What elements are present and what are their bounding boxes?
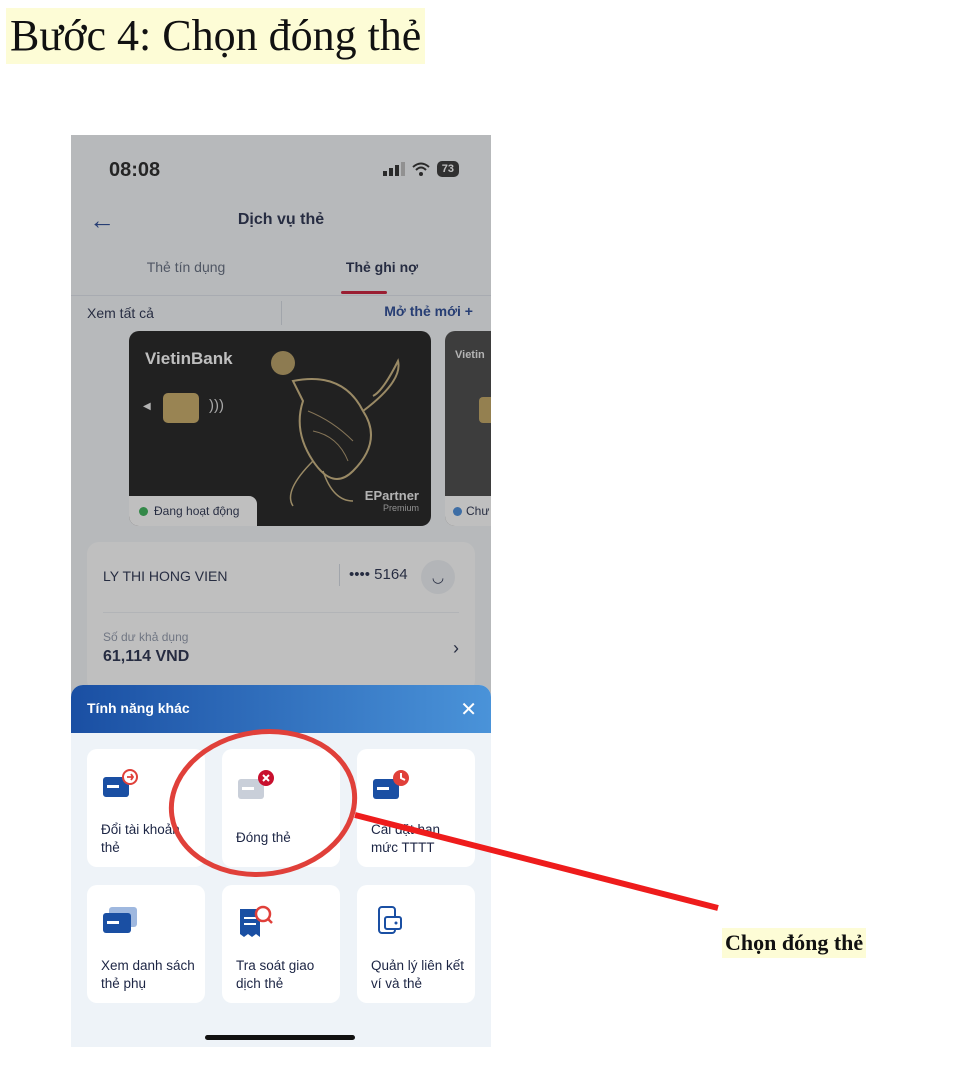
tile-close-card[interactable]: Đóng thẻ — [222, 749, 340, 867]
home-indicator — [205, 1035, 355, 1040]
more-features-sheet: Tính năng khác ✕ Đổi tài khoản thẻ Đóng … — [71, 685, 491, 1047]
tile-limit-settings[interactable]: Cài đặt hạn mức TTTT — [357, 749, 475, 867]
sheet-header: Tính năng khác ✕ — [71, 685, 491, 733]
tile-transaction-inquiry[interactable]: Tra soát giao dịch thẻ — [222, 885, 340, 1003]
tile-label: Tra soát giao dịch thẻ — [236, 958, 315, 991]
card-limit-icon — [373, 770, 409, 799]
card-swap-icon — [103, 769, 138, 797]
tile-wallet-link[interactable]: Quản lý liên kết ví và thẻ — [357, 885, 475, 1003]
wallet-link-icon — [378, 906, 402, 934]
card-close-icon — [238, 770, 274, 799]
tile-label: Cài đặt hạn mức TTTT — [371, 822, 441, 855]
document-step-title: Bước 4: Chọn đóng thẻ — [6, 8, 426, 64]
sheet-title: Tính năng khác — [87, 700, 190, 716]
receipt-search-icon — [240, 905, 273, 937]
tile-change-card-account[interactable]: Đổi tài khoản thẻ — [87, 749, 205, 867]
annotation-note: Chọn đóng thẻ — [722, 928, 867, 958]
card-list-icon — [103, 907, 137, 933]
tile-label: Đổi tài khoản thẻ — [101, 822, 180, 855]
close-icon[interactable]: ✕ — [460, 697, 477, 722]
tile-supplementary-cards[interactable]: Xem danh sách thẻ phụ — [87, 885, 205, 1003]
phone-screenshot: 08:08 73 ← Dịch vụ thẻ Thẻ tín dụng Thẻ … — [71, 135, 491, 1047]
tile-label: Quản lý liên kết ví và thẻ — [371, 958, 465, 991]
tile-label: Xem danh sách thẻ phụ — [101, 958, 195, 991]
tile-label: Đóng thẻ — [236, 830, 291, 845]
